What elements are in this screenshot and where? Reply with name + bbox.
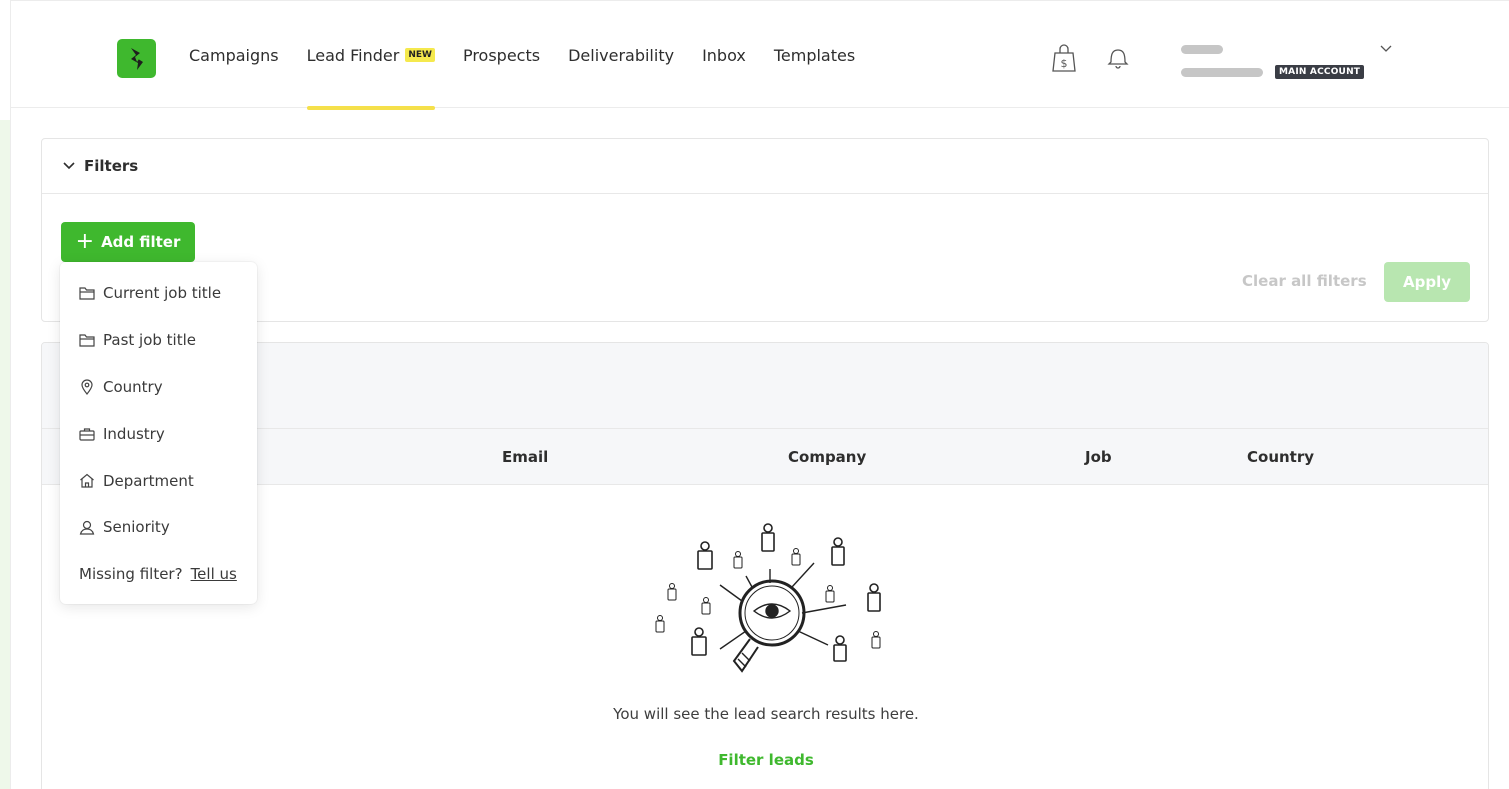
user-icon: [79, 520, 95, 535]
column-header-email[interactable]: Email: [502, 429, 548, 485]
folder-icon: [79, 287, 95, 300]
account-email-placeholder: [1181, 68, 1263, 77]
nav-item-label: Prospects: [462, 45, 541, 65]
new-badge: NEW: [405, 48, 435, 62]
svg-text:$: $: [1061, 57, 1068, 70]
filter-option-country[interactable]: Country: [60, 364, 257, 411]
add-filter-label: Add filter: [101, 233, 181, 251]
filter-option-industry[interactable]: Industry: [60, 410, 257, 457]
clear-all-filters-button[interactable]: Clear all filters: [1242, 272, 1367, 290]
column-header-company[interactable]: Company: [788, 429, 866, 485]
main-account-badge: MAIN ACCOUNT: [1275, 65, 1365, 79]
top-navigation-bar: Campaigns Lead Finder NEW Prospects Deli…: [11, 0, 1509, 110]
column-header-country[interactable]: Country: [1247, 429, 1314, 485]
filter-option-past-job-title[interactable]: Past job title: [60, 317, 257, 364]
filters-title: Filters: [84, 157, 139, 175]
add-filter-dropdown: Current job title Past job title Country…: [60, 262, 257, 604]
nav-item-label: Inbox: [702, 45, 746, 65]
filter-option-label: Country: [103, 377, 163, 396]
nav-item-prospects[interactable]: Prospects: [463, 1, 540, 109]
tell-us-link[interactable]: Tell us: [191, 565, 237, 583]
filter-leads-label: Filter leads: [718, 751, 814, 769]
nav-item-lead-finder[interactable]: Lead Finder NEW: [306, 1, 436, 110]
nav-item-label: Campaigns: [189, 45, 279, 65]
filter-option-label: Past job title: [103, 331, 196, 350]
folder-icon: [79, 334, 95, 347]
filters-toggle[interactable]: Filters: [42, 139, 1488, 194]
missing-filter-text: Missing filter?: [79, 564, 183, 583]
briefcase-icon: [79, 428, 95, 441]
table-header: Email Company Job Country: [42, 429, 1488, 485]
filter-option-seniority[interactable]: Seniority: [60, 504, 257, 551]
add-filter-button[interactable]: + Add filter: [61, 222, 195, 262]
empty-state-message: You will see the lead search results her…: [613, 705, 919, 723]
app-window: Campaigns Lead Finder NEW Prospects Deli…: [10, 0, 1509, 789]
account-menu[interactable]: MAIN ACCOUNT: [1181, 43, 1392, 83]
nav-item-label: Deliverability: [568, 45, 675, 65]
left-background-strip: [0, 120, 10, 789]
chevron-down-icon: [1380, 45, 1392, 52]
nav-item-label: Templates: [773, 45, 856, 65]
filter-option-label: Seniority: [103, 518, 170, 537]
filter-option-department[interactable]: Department: [60, 457, 257, 504]
main-nav: Campaigns Lead Finder NEW Prospects Deli…: [189, 1, 883, 110]
home-icon: [80, 473, 94, 488]
results-toolbar: [42, 343, 1488, 429]
shopping-bag-dollar-icon[interactable]: $: [1050, 43, 1078, 73]
column-header-job[interactable]: Job: [1085, 429, 1112, 485]
nav-item-inbox[interactable]: Inbox: [702, 1, 746, 109]
results-panel: Email Company Job Country You will see t…: [41, 342, 1489, 789]
nav-item-campaigns[interactable]: Campaigns: [189, 1, 279, 109]
filter-option-label: Department: [103, 471, 194, 490]
filter-option-label: Industry: [103, 424, 165, 443]
bell-icon[interactable]: [1104, 43, 1132, 73]
app-logo[interactable]: [117, 39, 156, 78]
filter-leads-link[interactable]: Filter leads: [42, 751, 1488, 769]
nav-item-deliverability[interactable]: Deliverability: [568, 1, 674, 109]
missing-filter-row: Missing filter? Tell us: [60, 551, 257, 597]
location-pin-icon: [81, 379, 93, 395]
plus-icon: +: [75, 229, 95, 254]
filters-panel: Filters + Add filter Clear all filters A…: [41, 138, 1489, 322]
filter-option-label: Current job title: [103, 284, 222, 303]
account-name-placeholder: [1181, 45, 1223, 54]
nav-item-templates[interactable]: Templates: [774, 1, 855, 109]
filter-option-current-job-title[interactable]: Current job title: [60, 270, 257, 317]
bird-logo-icon: [130, 47, 143, 70]
nav-item-label: Lead Finder: [306, 45, 400, 65]
magnifier-people-illustration: [655, 523, 881, 673]
apply-button[interactable]: Apply: [1384, 262, 1470, 302]
chevron-down-icon: [63, 162, 75, 170]
